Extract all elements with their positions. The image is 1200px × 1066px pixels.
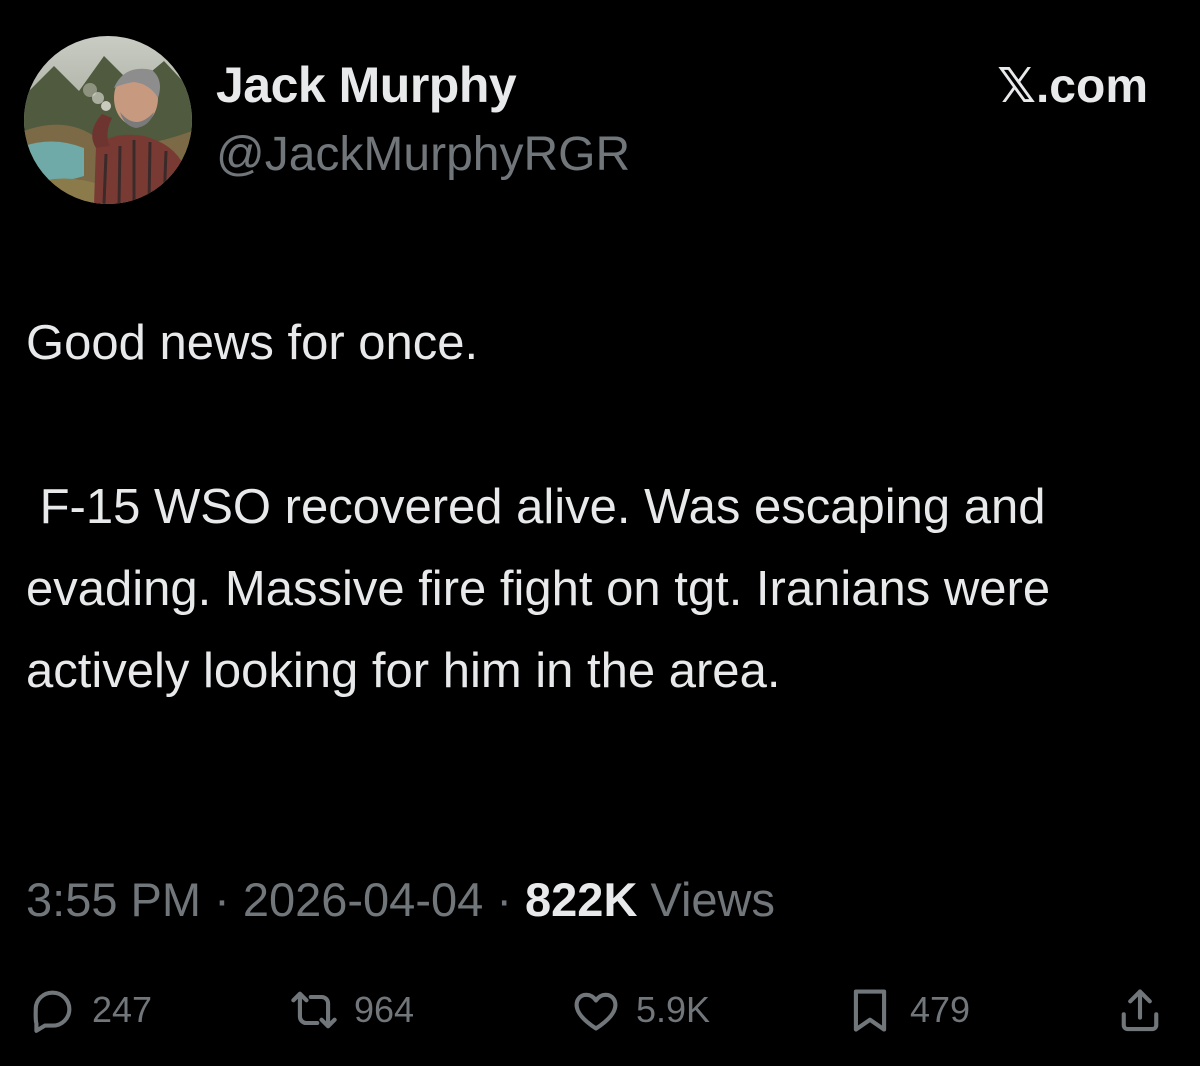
share-button[interactable] [1114, 980, 1166, 1040]
post-paragraph: F-15 WSO recovered alive. Was escaping a… [26, 480, 1064, 698]
views-label: Views [650, 873, 775, 926]
repost-icon [288, 984, 340, 1036]
author-display-name[interactable]: Jack Murphy [216, 56, 517, 114]
bookmark-icon [844, 984, 896, 1036]
like-button[interactable]: 5.9K [570, 980, 710, 1040]
author-handle[interactable]: @JackMurphyRGR [216, 127, 630, 182]
repost-count: 964 [354, 989, 415, 1030]
reply-count: 247 [92, 989, 153, 1030]
repost-button[interactable]: 964 [288, 980, 414, 1040]
action-bar: 247 964 5.9K 479 [0, 980, 1200, 1040]
reply-icon [26, 984, 78, 1036]
x-logo: 𝕏.com [997, 60, 1148, 113]
tweet-card: Jack Murphy @JackMurphyRGR 𝕏.com Good ne… [0, 0, 1200, 1066]
share-icon [1114, 984, 1166, 1036]
post-time[interactable]: 3:55 PM [26, 873, 201, 926]
heart-icon [570, 984, 622, 1036]
meta-separator: · [496, 873, 512, 926]
bookmark-count: 479 [910, 989, 971, 1030]
bookmark-button[interactable]: 479 [844, 980, 970, 1040]
avatar[interactable] [24, 36, 192, 204]
post-date[interactable]: 2026-04-04 [243, 873, 483, 926]
like-count: 5.9K [636, 989, 711, 1030]
post-paragraph: Good news for once. [26, 316, 479, 370]
reply-button[interactable]: 247 [26, 980, 152, 1040]
post-text: Good news for once. F-15 WSO recovered a… [26, 302, 1176, 712]
views-count: 822K [525, 873, 638, 926]
post-meta: 3:55 PM · 2026-04-04 · 822K Views [26, 872, 775, 927]
meta-separator: · [214, 873, 230, 926]
avatar-photo-icon [24, 36, 192, 204]
